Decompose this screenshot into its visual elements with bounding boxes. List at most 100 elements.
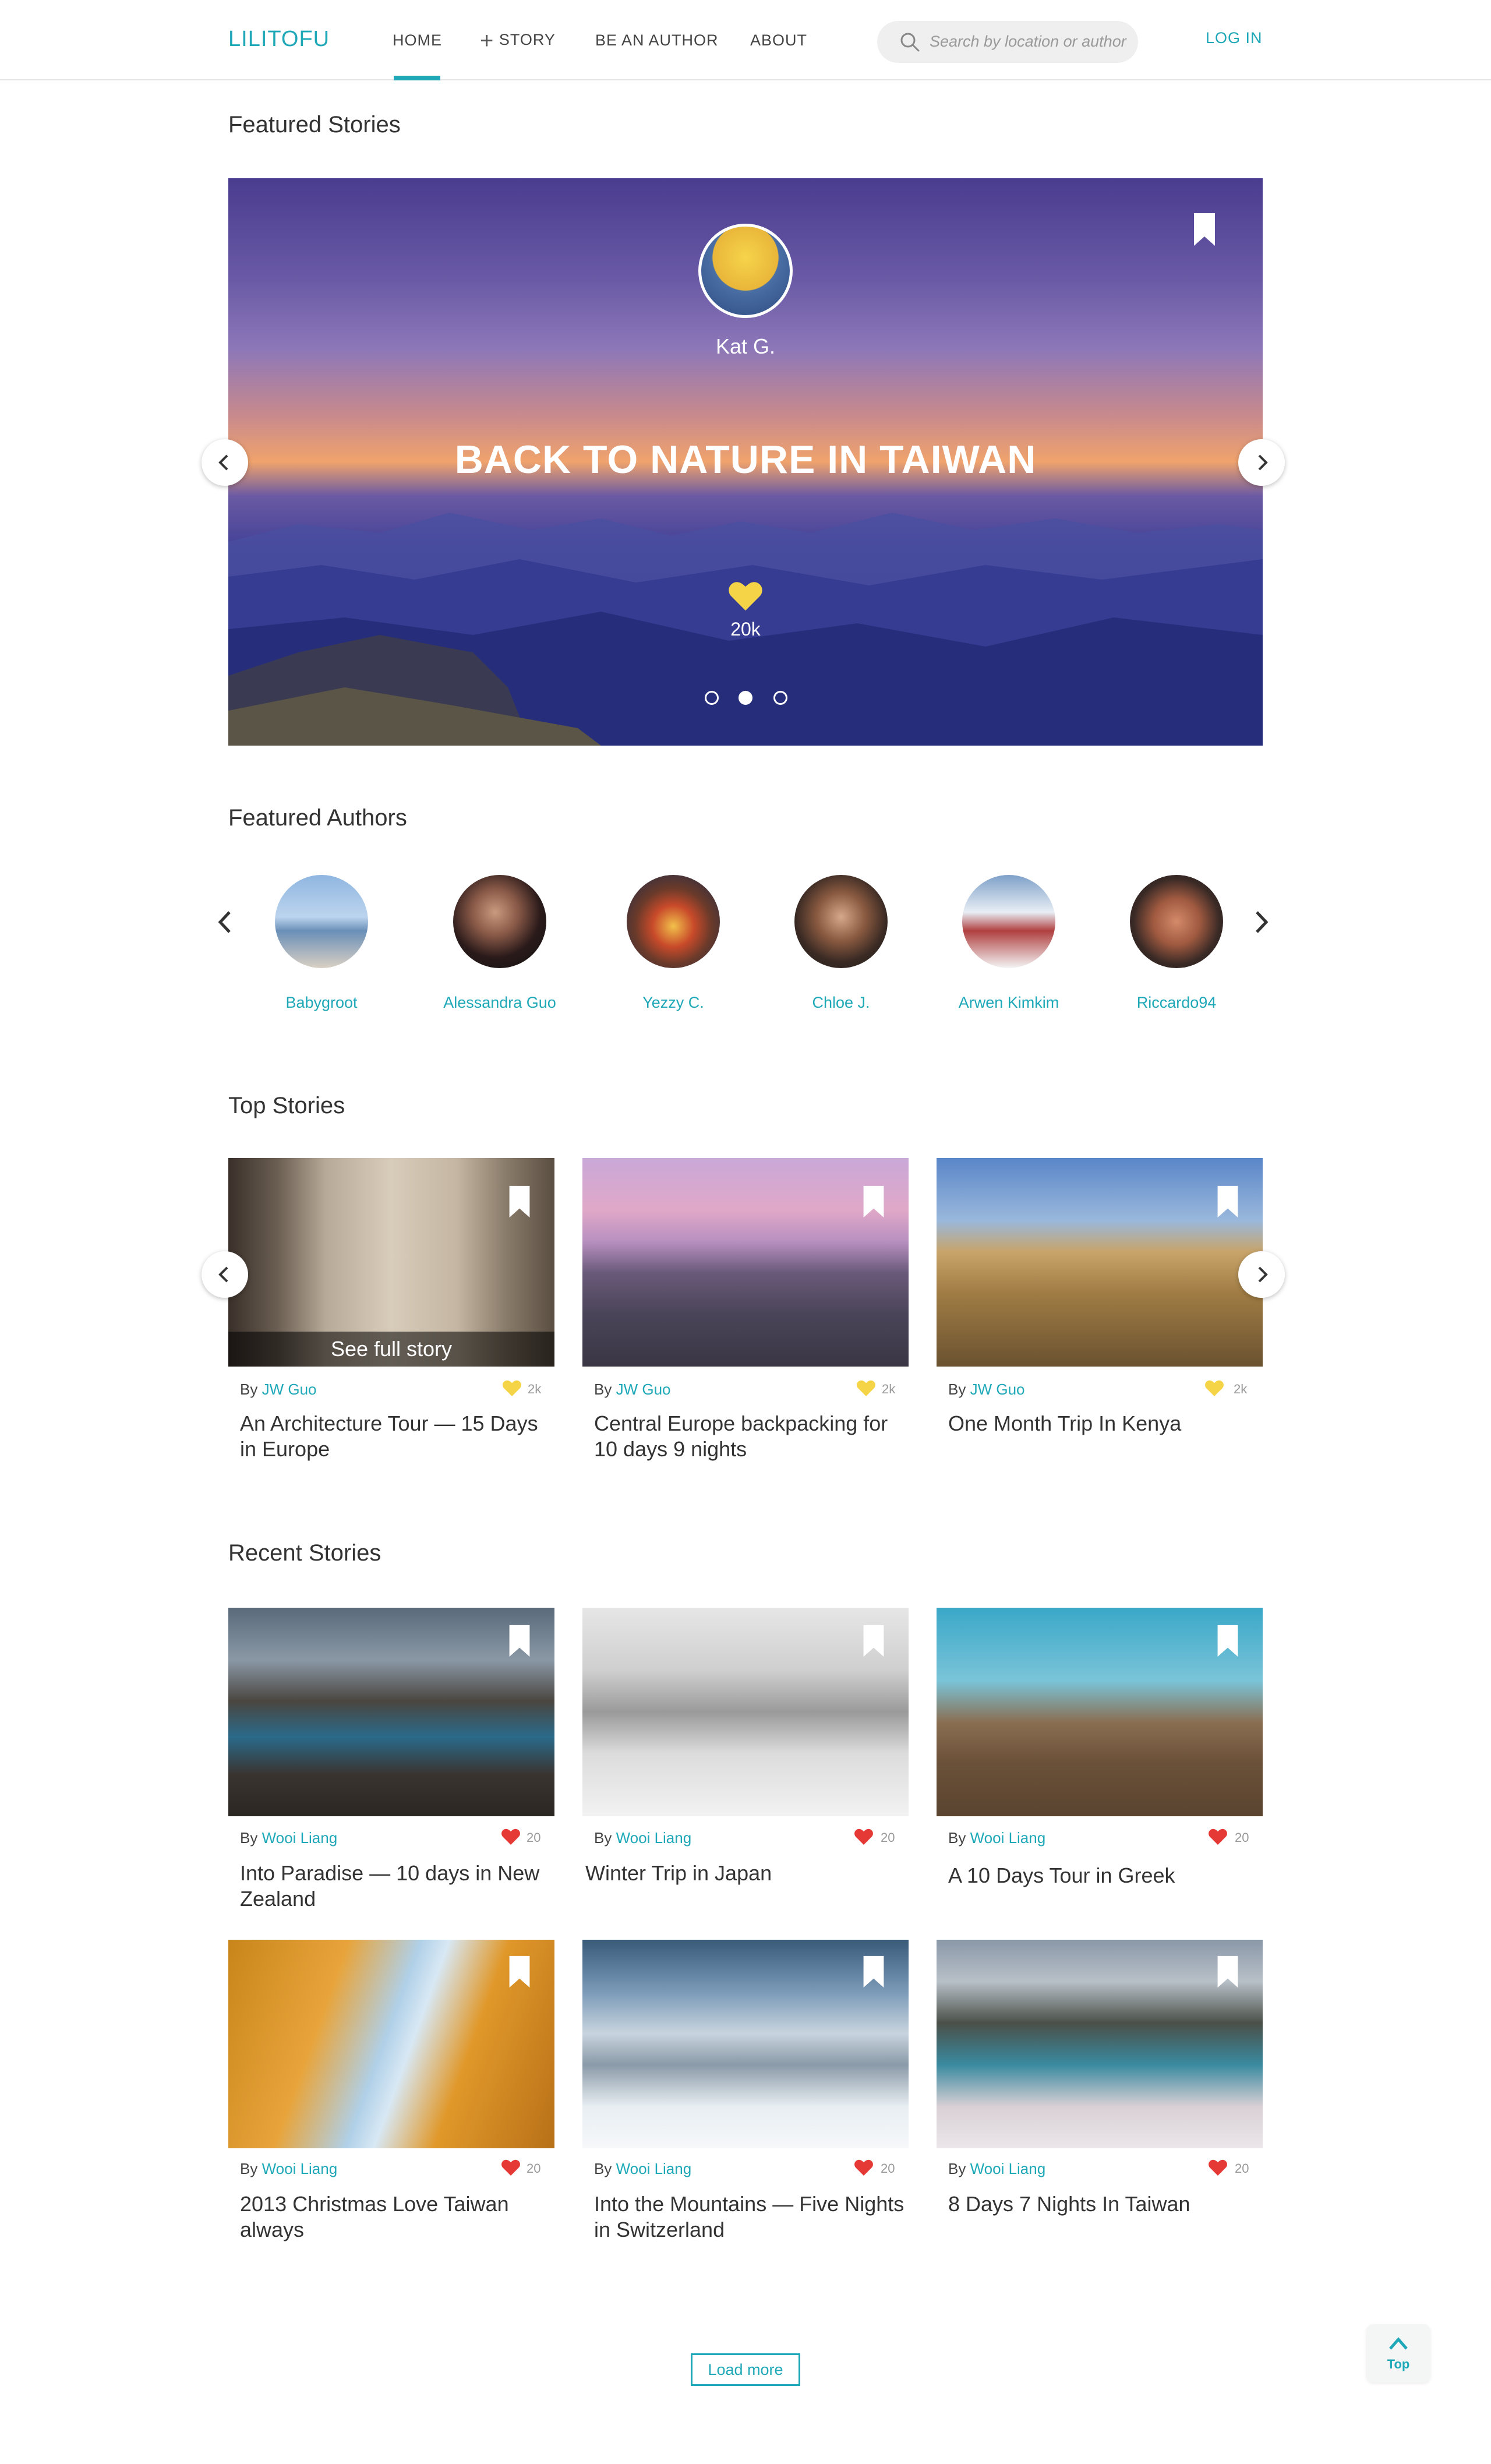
top-story-image-3[interactable]: [937, 1158, 1263, 1367]
author-avatar-babygroot[interactable]: [275, 875, 368, 968]
bookmark-icon[interactable]: [861, 1955, 886, 1989]
recent-story-image-6[interactable]: [937, 1940, 1263, 2148]
recent-stories-heading: Recent Stories: [228, 1540, 381, 1566]
story-byline: By JW Guo: [594, 1381, 671, 1398]
featured-story-slide[interactable]: Kat G. BACK TO NATURE IN TAIWAN 20k: [228, 178, 1263, 746]
story-byline: By JW Guo: [948, 1381, 1025, 1398]
bookmark-icon[interactable]: [1215, 1185, 1241, 1219]
chevron-right-icon: [1258, 454, 1268, 471]
recent-story-image-4[interactable]: [228, 1940, 554, 2148]
story-title[interactable]: Into the Mountains — Five Nights in Swit…: [594, 2191, 909, 2243]
heart-icon[interactable]: [501, 1828, 521, 1845]
story-byline: By JW Guo: [240, 1381, 317, 1398]
heart-icon[interactable]: [728, 580, 763, 612]
back-to-top-button[interactable]: Top: [1366, 2324, 1430, 2382]
nav-home[interactable]: HOME: [393, 31, 442, 50]
story-title[interactable]: Central Europe backpacking for 10 days 9…: [594, 1411, 909, 1462]
story-author-link[interactable]: JW Guo: [262, 1381, 317, 1398]
bookmark-icon[interactable]: [1192, 212, 1217, 247]
top-stories-next-button[interactable]: [1238, 1251, 1285, 1298]
author-name-riccardo94[interactable]: Riccardo94: [1101, 991, 1252, 1014]
nav-be-an-author[interactable]: BE AN AUTHOR: [595, 31, 719, 50]
hero-prev-button[interactable]: [202, 439, 248, 486]
heart-icon[interactable]: [856, 1379, 876, 1397]
back-to-top-label: Top: [1387, 2357, 1410, 2371]
bookmark-icon[interactable]: [861, 1624, 886, 1658]
heart-icon[interactable]: [854, 1828, 874, 1845]
story-likes: 2k: [528, 1382, 542, 1396]
login-link[interactable]: LOG IN: [1206, 29, 1263, 47]
author-avatar-arwen-kimkim[interactable]: [962, 875, 1055, 968]
story-author-link[interactable]: JW Guo: [616, 1381, 671, 1398]
author-avatar-yezzy-c[interactable]: [627, 875, 720, 968]
logo[interactable]: LILITOFU: [228, 27, 330, 52]
search-icon: [900, 33, 920, 52]
author-avatar-alessandra-guo[interactable]: [453, 875, 546, 968]
story-title[interactable]: An Architecture Tour — 15 Days in Europe: [240, 1411, 554, 1462]
story-author-link[interactable]: JW Guo: [970, 1381, 1025, 1398]
story-title[interactable]: Winter Trip in Japan: [585, 1861, 900, 1886]
featured-author-avatar[interactable]: [698, 224, 793, 318]
story-byline: By Wooi Liang: [594, 1829, 692, 1847]
heart-icon[interactable]: [1204, 1379, 1224, 1397]
search-input[interactable]: Search by location or author: [930, 33, 1126, 51]
nav-home-active-indicator: [394, 76, 440, 80]
heart-icon[interactable]: [1208, 2159, 1228, 2176]
story-author-link[interactable]: Wooi Liang: [262, 2160, 338, 2177]
story-byline: By Wooi Liang: [594, 2160, 692, 2177]
story-title[interactable]: 8 Days 7 Nights In Taiwan: [948, 2191, 1263, 2217]
heart-icon[interactable]: [501, 2159, 521, 2176]
chevron-left-icon: [218, 454, 228, 471]
carousel-dot-3[interactable]: [773, 691, 787, 705]
bookmark-icon[interactable]: [507, 1185, 532, 1219]
recent-story-image-3[interactable]: [937, 1608, 1263, 1816]
story-likes: 20: [1235, 2161, 1249, 2176]
carousel-dot-2[interactable]: [739, 691, 752, 705]
story-author-link[interactable]: Wooi Liang: [616, 2160, 692, 2177]
authors-prev-chevron-icon[interactable]: [213, 908, 236, 937]
authors-next-chevron-icon[interactable]: [1250, 908, 1273, 937]
bookmark-icon[interactable]: [507, 1624, 532, 1658]
nav-about[interactable]: ABOUT: [750, 31, 807, 50]
story-author-link[interactable]: Wooi Liang: [616, 1829, 692, 1847]
story-title[interactable]: A 10 Days Tour in Greek: [948, 1863, 1263, 1888]
author-avatar-riccardo94[interactable]: [1130, 875, 1223, 968]
nav-story[interactable]: + STORY: [480, 28, 556, 54]
heart-icon[interactable]: [502, 1379, 522, 1397]
bookmark-icon[interactable]: [507, 1955, 532, 1989]
featured-author-name[interactable]: Kat G.: [228, 334, 1263, 359]
recent-story-image-5[interactable]: [582, 1940, 909, 2148]
top-stories-prev-button[interactable]: [202, 1251, 248, 1298]
load-more-button[interactable]: Load more: [691, 2353, 800, 2386]
story-author-link[interactable]: Wooi Liang: [970, 1829, 1046, 1847]
recent-story-image-2[interactable]: [582, 1608, 909, 1816]
search-box[interactable]: Search by location or author: [877, 21, 1138, 63]
featured-story-title[interactable]: BACK TO NATURE IN TAIWAN: [228, 437, 1263, 482]
story-likes: 2k: [882, 1382, 896, 1396]
bookmark-icon[interactable]: [1215, 1955, 1241, 1989]
story-title[interactable]: One Month Trip In Kenya: [948, 1411, 1263, 1436]
recent-story-image-1[interactable]: [228, 1608, 554, 1816]
see-full-story-overlay[interactable]: See full story: [228, 1332, 554, 1367]
author-name-chloe-j[interactable]: Chloe J.: [765, 991, 917, 1014]
bookmark-icon[interactable]: [861, 1185, 886, 1219]
author-name-yezzy-c[interactable]: Yezzy C.: [598, 991, 749, 1014]
story-likes: 20: [881, 1830, 895, 1845]
author-name-alessandra-guo[interactable]: Alessandra Guo: [424, 991, 575, 1014]
story-author-link[interactable]: Wooi Liang: [262, 1829, 338, 1847]
author-name-babygroot[interactable]: Babygroot: [246, 991, 397, 1014]
story-author-link[interactable]: Wooi Liang: [970, 2160, 1046, 2177]
heart-icon[interactable]: [1208, 1828, 1228, 1845]
bookmark-icon[interactable]: [1215, 1624, 1241, 1658]
author-name-arwen-kimkim[interactable]: Arwen Kimkim: [933, 991, 1084, 1014]
heart-icon[interactable]: [854, 2159, 874, 2176]
top-story-image-2[interactable]: [582, 1158, 909, 1367]
carousel-dot-1[interactable]: [705, 691, 719, 705]
story-title[interactable]: 2013 Christmas Love Taiwan always: [240, 2191, 554, 2243]
story-title[interactable]: Into Paradise — 10 days in New Zealand: [240, 1861, 554, 1912]
featured-stories-heading: Featured Stories: [228, 112, 401, 137]
top-story-image-1[interactable]: See full story: [228, 1158, 554, 1367]
author-avatar-chloe-j[interactable]: [794, 875, 888, 968]
featured-likes-count: 20k: [730, 619, 761, 640]
hero-next-button[interactable]: [1238, 439, 1285, 486]
